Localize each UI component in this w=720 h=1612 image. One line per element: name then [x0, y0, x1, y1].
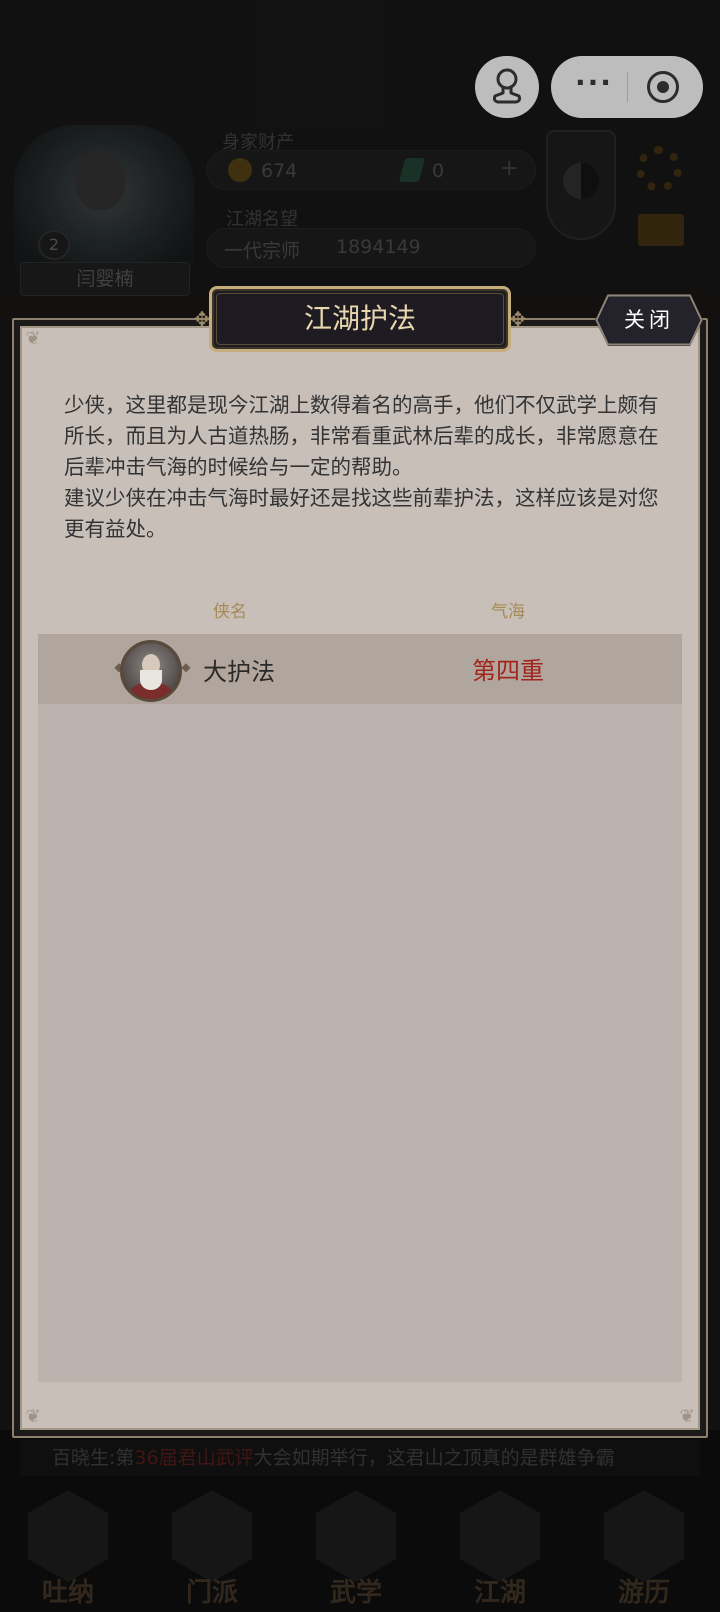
column-header-name: 侠名	[213, 602, 247, 622]
column-header-qihai: 气海	[491, 602, 525, 622]
dialog-title-plate: 江湖护法	[209, 286, 511, 352]
dialog-title: 江湖护法	[303, 302, 416, 335]
more-button[interactable]: ···	[569, 66, 619, 99]
protector-name: 大护法	[203, 658, 275, 686]
miniprogram-capsule: ···	[551, 56, 703, 118]
protector-qihai: 第四重	[472, 657, 544, 685]
protector-list	[38, 634, 682, 1382]
corner-ornament-icon: ❦	[679, 1406, 695, 1427]
description-paragraph: 建议少侠在冲击气海时最好还是找这些前辈护法，这样应该是对您更有益处。	[64, 486, 659, 541]
dialog-description: 少侠，这里都是现今江湖上数得着名的高手，他们不仅武学上颇有所长，而且为人古道热肠…	[64, 390, 664, 545]
screen: 2 闫婴楠 身家财产 674 0 + 江湖名望 一代宗师 1894149 百晓生…	[0, 0, 720, 1612]
miniprogram-avatar-button[interactable]	[475, 56, 539, 118]
person-icon	[492, 68, 522, 104]
avatar-beard	[140, 670, 162, 690]
description-paragraph: 少侠，这里都是现今江湖上数得着名的高手，他们不仅武学上颇有所长，而且为人古道热肠…	[64, 393, 659, 479]
close-miniprogram-icon[interactable]	[647, 71, 679, 103]
close-button-label[interactable]: 关闭	[595, 294, 703, 346]
corner-ornament-icon: ❦	[25, 1406, 41, 1427]
protector-avatar[interactable]	[120, 640, 182, 702]
capsule-divider	[627, 72, 628, 102]
corner-ornament-icon: ❦	[25, 328, 41, 349]
